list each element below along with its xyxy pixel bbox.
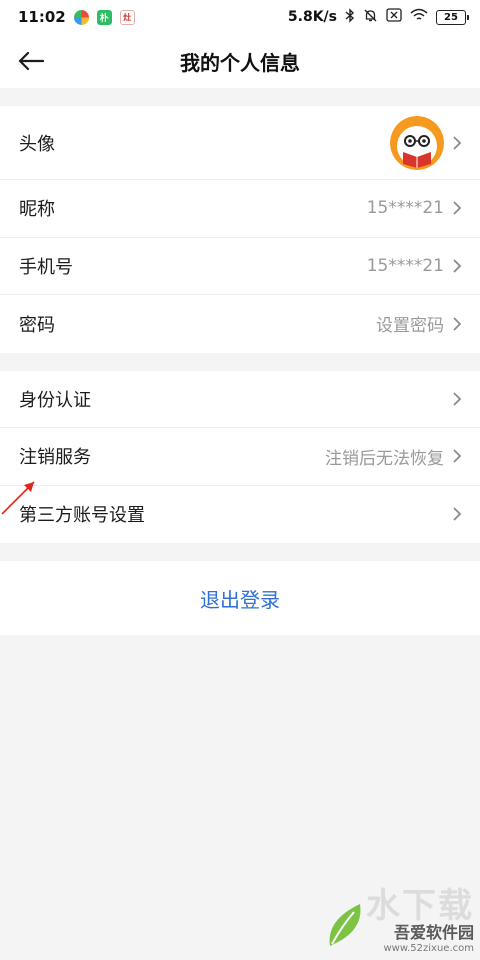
pinwheel-app-icon: [73, 9, 89, 25]
watermark: 水下载 吾爱软件园 www.52zixue.com: [324, 884, 474, 954]
status-time: 11:02: [18, 8, 66, 26]
chevron-right-icon: [453, 259, 462, 273]
watermark-url: www.52zixue.com: [383, 943, 475, 954]
nickname-label: 昵称: [19, 199, 55, 221]
avatar: [390, 115, 444, 170]
app-notification-icon: 朴: [96, 9, 112, 25]
cancel-service-row[interactable]: 注销服务 注销后无法恢复: [0, 428, 480, 486]
chevron-right-icon: [453, 201, 462, 215]
arrow-left-icon: [18, 51, 44, 71]
chevron-right-icon: [453, 317, 462, 331]
chevron-right-icon: [453, 507, 462, 521]
leaf-logo-icon: [329, 904, 361, 946]
profile-group: 头像 昵称 15****21 手机号 15****21 密码 设置密码: [0, 106, 480, 353]
phone-row[interactable]: 手机号 15****21: [0, 238, 480, 295]
password-label: 密码: [19, 314, 55, 336]
third-party-label: 第三方账号设置: [19, 505, 145, 527]
cancel-service-label: 注销服务: [19, 447, 91, 469]
wifi-icon: [410, 8, 428, 26]
network-speed: 5.8K/s: [287, 9, 337, 25]
app-notification-icon: 灶: [119, 9, 135, 25]
avatar-label: 头像: [19, 133, 55, 155]
chevron-right-icon: [453, 135, 462, 150]
no-sim-icon: [386, 8, 402, 26]
status-bar: 11:02 朴 灶 5.8K/s 25: [0, 0, 480, 34]
battery-indicator: 25: [436, 9, 469, 25]
identity-label: 身份认证: [19, 389, 91, 411]
avatar-row[interactable]: 头像: [0, 106, 480, 180]
identity-row[interactable]: 身份认证: [0, 371, 480, 428]
navigation-bar: 我的个人信息: [0, 34, 480, 88]
phone-label: 手机号: [19, 256, 73, 278]
bluetooth-icon: [345, 7, 355, 27]
password-row[interactable]: 密码 设置密码: [0, 295, 480, 353]
chevron-right-icon: [453, 449, 462, 463]
cancel-service-value: 注销后无法恢复: [325, 448, 444, 469]
third-party-row[interactable]: 第三方账号设置: [0, 486, 480, 544]
nickname-value: 15****21: [366, 198, 444, 219]
nickname-row[interactable]: 昵称 15****21: [0, 180, 480, 238]
logout-label: 退出登录: [200, 587, 280, 612]
back-button[interactable]: [14, 44, 48, 78]
logout-button[interactable]: 退出登录: [0, 561, 480, 635]
phone-value: 15****21: [366, 255, 444, 276]
chevron-right-icon: [453, 392, 462, 406]
mute-bell-icon: [363, 8, 378, 27]
password-value: 设置密码: [376, 316, 444, 337]
watermark-name: 吾爱软件园: [393, 923, 474, 942]
account-group: 身份认证 注销服务 注销后无法恢复 第三方账号设置: [0, 370, 480, 544]
page-title: 我的个人信息: [180, 50, 300, 75]
